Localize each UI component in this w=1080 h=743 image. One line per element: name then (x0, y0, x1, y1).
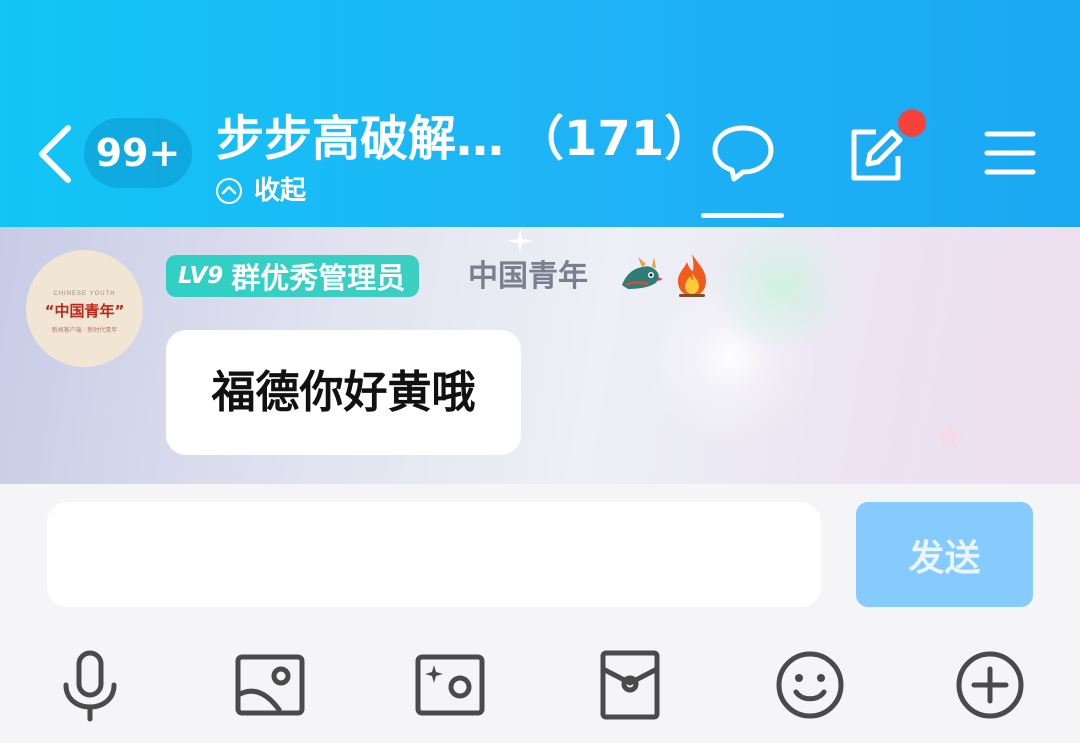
chat-header: 99+ 步步高破解… （171） 收起 (0, 0, 1080, 227)
message-input[interactable] (47, 502, 821, 607)
chat-tab-button[interactable] (710, 122, 776, 188)
message-list[interactable]: CHINESE YOUTH “中国青年” 新闻客户端 · 新时代青年 LV9 群… (0, 227, 1080, 484)
chevron-left-icon (39, 125, 71, 183)
edit-icon (851, 129, 903, 181)
emoji-icon (776, 651, 844, 719)
camera-icon (415, 654, 485, 716)
dragon-icon (622, 257, 663, 289)
avatar[interactable]: CHINESE YOUTH “中国青年” 新闻客户端 · 新时代青年 (26, 250, 143, 367)
avatar-subcaption: 新闻客户端 · 新时代青年 (51, 327, 118, 334)
member-level-badge[interactable]: LV9 群优秀管理员 (166, 255, 420, 297)
edit-button[interactable] (846, 126, 908, 188)
background-decoration (700, 227, 860, 347)
back-button[interactable] (30, 118, 82, 190)
menu-button[interactable] (984, 128, 1036, 182)
group-name: 步步高破解… (216, 111, 505, 167)
collapse-label: 收起 (254, 176, 307, 206)
message-bubble[interactable]: 福德你好黄哦 (166, 330, 521, 455)
menu-icon (984, 131, 1036, 175)
image-icon (235, 654, 305, 716)
fire-icon (678, 254, 706, 297)
image-button[interactable] (230, 645, 310, 725)
avatar-caption: CHINESE YOUTH (53, 291, 116, 297)
chat-bubble-icon (712, 125, 774, 182)
microphone-icon (63, 650, 117, 722)
role-title: 群优秀管理员 (231, 261, 406, 295)
plus-icon (956, 651, 1024, 719)
red-packet-button[interactable] (590, 645, 670, 725)
active-tab-indicator (701, 213, 784, 218)
sender-name[interactable]: 中国青年 (468, 255, 588, 299)
red-packet-icon (600, 650, 660, 720)
voice-button[interactable] (50, 645, 130, 725)
group-title[interactable]: 步步高破解… （171） (216, 108, 712, 170)
notification-dot (898, 109, 926, 137)
emoji-button[interactable] (770, 645, 850, 725)
camera-button[interactable] (410, 645, 490, 725)
avatar-title: “中国青年” (44, 302, 125, 320)
chevron-up-icon (216, 178, 242, 204)
sparkle-icon (507, 229, 533, 253)
member-count: （171） (516, 111, 713, 167)
level-label: LV9 (178, 263, 224, 289)
collapse-toggle[interactable]: 收起 (216, 174, 306, 208)
more-button[interactable] (950, 645, 1030, 725)
send-button[interactable]: 发送 (856, 502, 1033, 607)
unread-count-badge[interactable]: 99+ (84, 118, 192, 188)
star-icon (934, 422, 964, 451)
